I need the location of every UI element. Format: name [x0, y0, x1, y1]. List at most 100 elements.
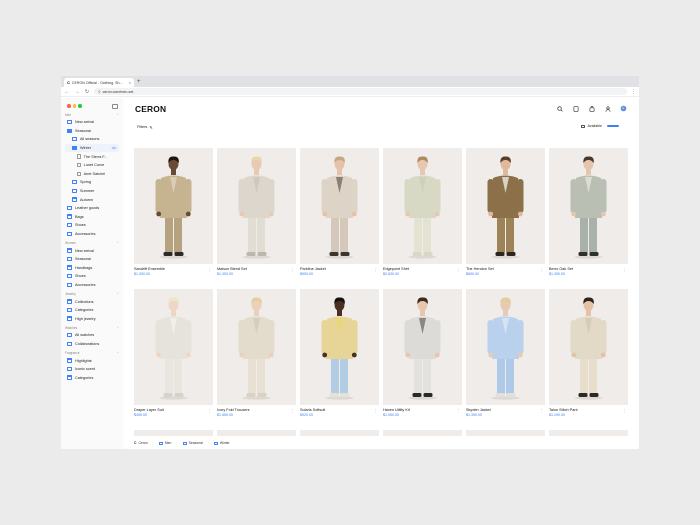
more-options-icon[interactable]: ⋮ — [456, 408, 460, 413]
product-card-partial[interactable] — [134, 430, 213, 436]
sidebar-item[interactable]: Shoes — [65, 221, 119, 230]
sidebar-item[interactable]: Shoes — [65, 272, 119, 281]
more-options-icon[interactable]: ⋮ — [622, 267, 626, 272]
product-name[interactable]: Maison Blend Set — [217, 267, 296, 271]
sidebar-item[interactable]: Seasonal — [65, 127, 119, 136]
product-card-partial[interactable] — [383, 430, 462, 436]
breadcrumb-item[interactable]: C Ceron — [134, 441, 148, 445]
sidebar-item[interactable]: Spring — [65, 178, 119, 187]
chevron-up-icon[interactable]: ⌃ — [116, 326, 119, 330]
more-options-icon[interactable]: ⋮ — [373, 267, 377, 272]
more-options-icon[interactable]: ⋮ — [207, 267, 211, 272]
product-image[interactable] — [300, 289, 379, 405]
product-name[interactable]: Parkline Jacket — [300, 267, 379, 271]
product-name[interactable]: Berro Oak Set — [549, 267, 628, 271]
sidebar-item[interactable]: New arrival — [65, 118, 119, 127]
sidebar-item[interactable]: Accessories — [65, 230, 119, 239]
reload-icon[interactable]: ↻ — [84, 88, 90, 96]
sidebar-item[interactable]: Autumn — [65, 195, 119, 204]
forward-icon[interactable]: → — [74, 88, 80, 96]
maximize-window-icon[interactable] — [78, 104, 82, 108]
product-name[interactable]: Sandrift Ensemble — [134, 267, 213, 271]
sidebar-item[interactable]: Highlights — [65, 356, 119, 365]
sidebar-item[interactable]: New arrival — [65, 246, 119, 255]
product-card[interactable]: Talon Stitch Pant $1,190.00 ⋮ — [549, 289, 628, 426]
more-options-icon[interactable]: ⋮ — [373, 408, 377, 413]
breadcrumb-item[interactable]: Seasonal — [182, 441, 203, 445]
product-image[interactable] — [300, 148, 379, 264]
sidebar-item[interactable]: All watches — [65, 331, 119, 340]
product-image[interactable] — [217, 289, 296, 405]
product-card[interactable]: Sandrift Ensemble $1,390.00 ⋮ — [134, 148, 213, 285]
more-options-icon[interactable]: ⋮ — [622, 408, 626, 413]
sidebar-item[interactable]: Anet Satchel — [65, 170, 119, 179]
sidebar-item[interactable]: Accessories — [65, 281, 119, 290]
sidebar-toggle-icon[interactable] — [112, 104, 118, 109]
more-options-icon[interactable]: ⋮ — [290, 408, 294, 413]
product-image[interactable] — [383, 289, 462, 405]
product-card[interactable]: Haven Utility Kit $1,050.00 ⋮ — [383, 289, 462, 426]
chevron-up-icon[interactable]: ⌃ — [116, 292, 119, 296]
more-options-icon[interactable]: ⋮ — [456, 267, 460, 272]
sidebar-item[interactable]: High jewelry — [65, 314, 119, 323]
sidebar-item[interactable]: Seasonal — [65, 255, 119, 264]
product-image[interactable] — [383, 148, 462, 264]
product-card-partial[interactable] — [549, 430, 628, 436]
bag-icon[interactable] — [588, 105, 595, 112]
close-window-icon[interactable] — [67, 104, 71, 108]
available-toggle[interactable] — [607, 125, 619, 127]
sidebar-item[interactable]: Categories — [65, 306, 119, 315]
product-card[interactable]: Maison Blend Set $1,350.00 ⋮ — [217, 148, 296, 285]
product-name[interactable]: Talon Stitch Pant — [549, 408, 628, 412]
sidebar-item[interactable]: All seasons — [65, 135, 119, 144]
product-image[interactable] — [134, 148, 213, 264]
filters-button[interactable]: Filters ✎ — [137, 125, 153, 130]
sidebar-item[interactable]: Winter 02 — [65, 143, 119, 153]
close-tab-icon[interactable]: × — [129, 80, 131, 85]
browser-menu-icon[interactable]: ⋮ — [631, 89, 636, 95]
product-name[interactable]: Edgepoint Shirt — [383, 267, 462, 271]
breadcrumb-item[interactable]: Winter — [213, 441, 230, 445]
new-tab-icon[interactable]: + — [137, 78, 141, 86]
product-name[interactable]: The Hendon Set — [466, 267, 545, 271]
product-card[interactable]: The Hendon Set $650.00 ⋮ — [466, 148, 545, 285]
product-card[interactable]: Berro Oak Set $1,390.00 ⋮ — [549, 148, 628, 285]
brand-logo[interactable]: CERON — [135, 104, 166, 114]
wishlist-icon[interactable] — [572, 105, 579, 112]
chevron-up-icon[interactable]: ⌃ — [116, 351, 119, 355]
product-image[interactable] — [549, 148, 628, 264]
product-name[interactable]: Skyden Jacket — [466, 408, 545, 412]
product-name[interactable]: Ivory Fold Trousers — [217, 408, 296, 412]
product-card[interactable]: Draper Layer Suit $450.00 ⋮ — [134, 289, 213, 426]
product-card[interactable]: Parkline Jacket $990.00 ⋮ — [300, 148, 379, 285]
address-bar[interactable]: ⚲ ceron.com/men-set — [94, 88, 627, 95]
more-options-icon[interactable]: ⋮ — [539, 267, 543, 272]
breadcrumb-item[interactable]: Men — [158, 441, 171, 445]
sidebar-item[interactable]: Leather goods — [65, 204, 119, 213]
account-icon[interactable] — [604, 105, 611, 112]
site-info-icon[interactable]: ⚲ — [98, 90, 101, 94]
search-icon[interactable] — [556, 105, 563, 112]
product-card-partial[interactable] — [217, 430, 296, 436]
sidebar-item[interactable]: Categories — [65, 373, 119, 382]
globe-icon[interactable] — [620, 105, 627, 112]
sidebar-item[interactable]: Bags — [65, 213, 119, 222]
minimize-window-icon[interactable] — [72, 104, 77, 108]
product-card-partial[interactable] — [300, 430, 379, 436]
product-card[interactable]: Skyden Jacket $1,390.00 ⋮ — [466, 289, 545, 426]
sidebar-item[interactable]: Summer — [65, 187, 119, 196]
product-card[interactable]: Solaris Softsuit $920.00 ⋮ — [300, 289, 379, 426]
more-options-icon[interactable]: ⋮ — [207, 408, 211, 413]
sidebar-item[interactable]: The Sierra F... — [65, 152, 119, 161]
product-name[interactable]: Draper Layer Suit — [134, 408, 213, 412]
product-image[interactable] — [466, 148, 545, 264]
product-image[interactable] — [217, 148, 296, 264]
browser-tab[interactable]: C CERON Official - Clothing, Sh... × — [64, 78, 134, 87]
back-icon[interactable]: ← — [64, 88, 70, 96]
more-options-icon[interactable]: ⋮ — [539, 408, 543, 413]
product-card-partial[interactable] — [466, 430, 545, 436]
sidebar-item[interactable]: Iconic scent — [65, 365, 119, 374]
product-card[interactable]: Ivory Fold Trousers $1,550.00 ⋮ — [217, 289, 296, 426]
available-filter[interactable]: Available — [581, 124, 619, 128]
product-image[interactable] — [134, 289, 213, 405]
